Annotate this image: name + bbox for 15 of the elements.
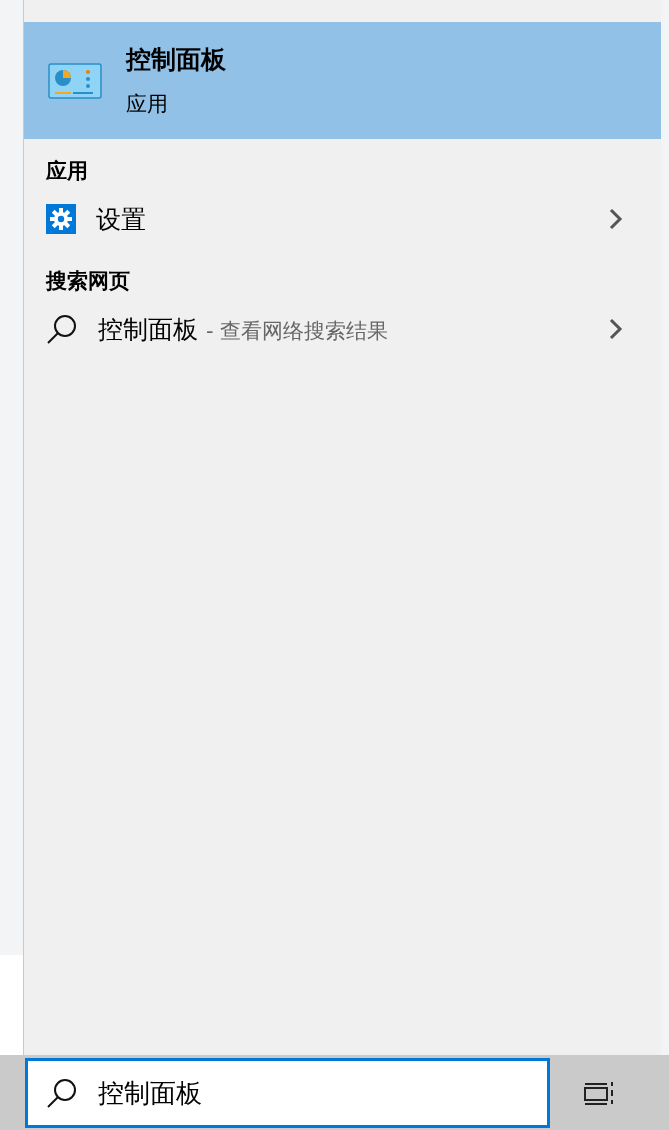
- control-panel-icon: [48, 62, 102, 99]
- result-label[interactable]: 设置: [96, 202, 146, 236]
- best-match-item[interactable]: 控制面板 应用: [24, 22, 661, 139]
- result-title: 控制面板: [126, 44, 226, 76]
- chevron-right-icon: [609, 318, 623, 340]
- task-view-icon[interactable]: [582, 1081, 614, 1105]
- result-hint: - 查看网络搜索结果: [206, 317, 389, 345]
- result-type: 应用: [126, 91, 169, 118]
- chevron-right-icon: [609, 208, 623, 230]
- section-heading: 应用: [45, 158, 89, 185]
- search-field[interactable]: 控制面板: [25, 1058, 550, 1128]
- section-heading: 搜索网页: [44, 268, 131, 295]
- gear-icon: [46, 204, 76, 234]
- search-icon: [46, 313, 78, 345]
- result-label[interactable]: 控制面板: [98, 312, 198, 346]
